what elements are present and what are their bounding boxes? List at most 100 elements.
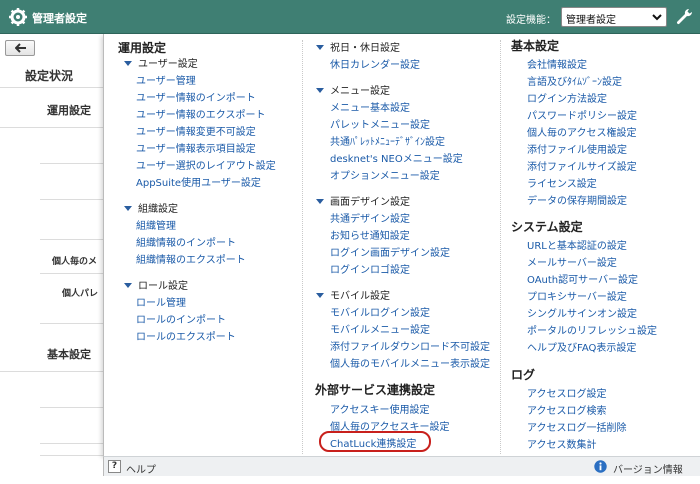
group-mobile-settings: モバイル設定 xyxy=(316,287,390,302)
link-role-management[interactable]: ロール管理 xyxy=(136,294,186,309)
chevron-down-icon xyxy=(652,14,662,21)
link-attachment-download-lock[interactable]: 添付ファイルダウンロード不可設定 xyxy=(330,338,490,353)
link-access-log-settings[interactable]: アクセスログ設定 xyxy=(527,385,607,400)
link-login-screen-design[interactable]: ログイン画面デザイン設定 xyxy=(330,244,450,259)
group-label: 祝日・休日設定 xyxy=(330,43,400,54)
group-label: メニュー設定 xyxy=(330,86,390,97)
link-user-select-layout[interactable]: ユーザー選択のレイアウト設定 xyxy=(136,157,276,172)
link-option-menu[interactable]: オプションメニュー設定 xyxy=(330,167,440,182)
link-mobile-login[interactable]: モバイルログイン設定 xyxy=(330,304,430,319)
link-company-info[interactable]: 会社情報設定 xyxy=(527,56,587,71)
link-common-design[interactable]: 共通デザイン設定 xyxy=(330,210,410,225)
bg-row: 個人毎のメ xyxy=(40,240,104,274)
link-sso[interactable]: シングルサインオン設定 xyxy=(527,305,637,320)
link-url-auth[interactable]: URLと基本認証の設定 xyxy=(527,237,627,252)
function-select[interactable]: 管理者設定 xyxy=(561,7,667,27)
group-menu-settings: メニュー設定 xyxy=(316,82,390,97)
triangle-down-icon xyxy=(124,282,132,288)
link-holiday-calendar[interactable]: 休日カレンダー設定 xyxy=(330,56,420,71)
version-info-link[interactable]: バージョン情報 xyxy=(613,461,683,476)
bg-row-label: 個人毎のメ xyxy=(52,257,98,267)
group-holiday-settings: 祝日・休日設定 xyxy=(316,39,400,54)
link-proxy-server[interactable]: プロキシサーバー設定 xyxy=(527,288,627,303)
bg-row-label: 個人パレ xyxy=(62,289,99,299)
link-user-import[interactable]: ユーザー情報のインポート xyxy=(136,89,256,104)
link-user-display-items[interactable]: ユーザー情報表示項目設定 xyxy=(136,140,256,155)
settings-menu-panel: 運用設定 ユーザー設定 ユーザー管理 ユーザー情報のインポート ユーザー情報のエ… xyxy=(103,34,700,456)
link-chatluck[interactable]: ChatLuck連携設定 xyxy=(330,435,416,450)
link-mobile-menu[interactable]: モバイルメニュー設定 xyxy=(330,321,430,336)
link-help-faq[interactable]: ヘルプ及びFAQ表示設定 xyxy=(527,339,636,354)
link-password-policy[interactable]: パスワードポリシー設定 xyxy=(527,107,637,122)
bg-heading-row: 設定状況 xyxy=(0,60,104,88)
function-label: 設定機能： xyxy=(506,15,556,26)
bg-row xyxy=(40,128,104,164)
triangle-down-icon xyxy=(124,60,132,66)
section-title-operation: 運用設定 xyxy=(118,41,167,55)
link-palette-design[interactable]: 共通ﾊﾟﾚｯﾄﾒﾆｭｰﾃﾞｻﾞｲﾝ設定 xyxy=(330,133,445,148)
link-role-import[interactable]: ロールのインポート xyxy=(136,311,226,326)
triangle-down-icon xyxy=(124,205,132,211)
link-appsuite-users[interactable]: AppSuite使用ユーザー設定 xyxy=(136,174,261,189)
gear-icon xyxy=(9,8,27,26)
link-data-retention[interactable]: データの保存期間設定 xyxy=(527,192,627,207)
link-org-management[interactable]: 組織管理 xyxy=(136,217,176,232)
link-palette-menu[interactable]: パレットメニュー設定 xyxy=(330,116,430,131)
back-button[interactable] xyxy=(5,40,35,56)
group-label: ロール設定 xyxy=(138,281,188,292)
section-title-system: システム設定 xyxy=(511,220,583,234)
bg-heading: 設定状況 xyxy=(25,69,74,83)
link-personal-mobile-menu[interactable]: 個人毎のモバイルメニュー表示設定 xyxy=(330,355,490,370)
link-user-management[interactable]: ユーザー管理 xyxy=(136,72,196,87)
link-access-log-search[interactable]: アクセスログ検索 xyxy=(527,402,607,417)
group-label: モバイル設定 xyxy=(330,291,390,302)
section-title-basic: 基本設定 xyxy=(511,39,560,53)
function-select-value: 管理者設定 xyxy=(566,15,616,26)
group-role-settings: ロール設定 xyxy=(124,277,188,292)
link-language-timezone[interactable]: 言語及びﾀｲﾑｿﾞｰﾝ設定 xyxy=(527,73,622,88)
triangle-down-icon xyxy=(316,44,324,50)
help-link[interactable]: ヘルプ xyxy=(126,461,156,476)
bg-row xyxy=(40,164,104,200)
link-login-method[interactable]: ログイン方法設定 xyxy=(527,90,607,105)
link-org-export[interactable]: 組織情報のエクスポート xyxy=(136,251,246,266)
group-screen-design: 画面デザイン設定 xyxy=(316,193,410,208)
wrench-icon[interactable] xyxy=(674,7,694,27)
link-user-lock[interactable]: ユーザー情報変更不可設定 xyxy=(136,123,256,138)
link-access-log-bulk-delete[interactable]: アクセスログ一括削除 xyxy=(527,419,627,434)
menu-footer: ? ヘルプ バージョン情報 xyxy=(103,456,700,476)
triangle-down-icon xyxy=(316,87,324,93)
bg-row: 個人パレ xyxy=(40,274,104,324)
app-header: 管理者設定 設定機能： 管理者設定 xyxy=(0,0,700,34)
bg-row xyxy=(40,444,104,456)
link-menu-basic[interactable]: メニュー基本設定 xyxy=(330,99,410,114)
group-org-settings: 組織設定 xyxy=(124,200,178,215)
link-license[interactable]: ライセンス設定 xyxy=(527,175,597,190)
group-user-settings: ユーザー設定 xyxy=(124,55,198,70)
bg-row xyxy=(40,200,104,240)
link-notice-settings[interactable]: お知らせ通知設定 xyxy=(330,227,410,242)
section-title-log: ログ xyxy=(511,368,536,382)
link-org-import[interactable]: 組織情報のインポート xyxy=(136,234,236,249)
link-access-key[interactable]: アクセスキー使用設定 xyxy=(330,401,430,416)
link-portal-refresh[interactable]: ポータルのリフレッシュ設定 xyxy=(527,322,657,337)
group-label: 組織設定 xyxy=(138,204,178,215)
column-divider xyxy=(500,40,501,454)
page-title: 管理者設定 xyxy=(32,12,87,25)
group-label: ユーザー設定 xyxy=(138,59,198,70)
link-oauth-server[interactable]: OAuth認可サーバー設定 xyxy=(527,271,638,286)
link-desknets-menu[interactable]: desknet's NEOメニュー設定 xyxy=(330,150,463,165)
link-mail-server[interactable]: メールサーバー設定 xyxy=(527,254,617,269)
link-attachment-usage[interactable]: 添付ファイル使用設定 xyxy=(527,141,627,156)
link-attachment-size[interactable]: 添付ファイルサイズ設定 xyxy=(527,158,637,173)
link-role-export[interactable]: ロールのエクスポート xyxy=(136,328,236,343)
link-personal-access-rights[interactable]: 個人毎のアクセス権設定 xyxy=(527,124,637,139)
bg-row xyxy=(40,408,104,444)
link-user-export[interactable]: ユーザー情報のエクスポート xyxy=(136,106,266,121)
group-label: 画面デザイン設定 xyxy=(330,197,410,208)
link-login-logo[interactable]: ログインロゴ設定 xyxy=(330,261,410,276)
link-access-count[interactable]: アクセス数集計 xyxy=(527,436,597,451)
triangle-down-icon xyxy=(316,198,324,204)
help-icon[interactable]: ? xyxy=(108,460,121,473)
column-divider xyxy=(302,40,303,454)
